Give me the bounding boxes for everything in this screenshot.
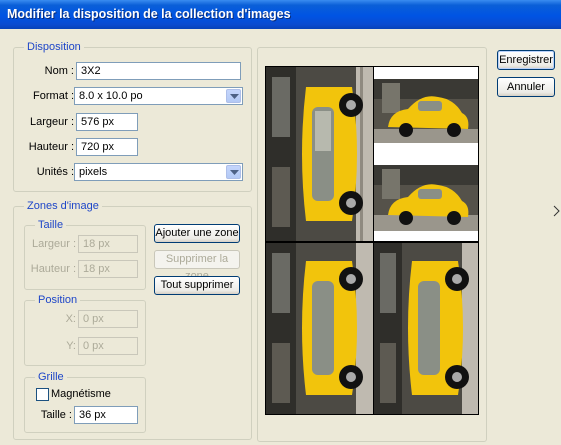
grid-legend: Grille — [35, 370, 67, 384]
position-legend: Position — [35, 293, 81, 307]
format-label: Format : — [33, 90, 74, 102]
zone-width-label: Largeur : — [31, 238, 76, 250]
units-select[interactable]: pixels — [74, 163, 243, 181]
chevron-down-icon[interactable] — [226, 165, 241, 179]
image-zone-3[interactable] — [374, 155, 478, 241]
car-photo-rotated — [266, 67, 373, 241]
window-title: Modifier la disposition de la collection… — [7, 7, 291, 21]
car-photo-rotated — [266, 243, 373, 414]
grid-size-input[interactable]: 36 px — [74, 406, 138, 424]
car-photo — [374, 155, 478, 241]
image-zone-2[interactable] — [374, 67, 478, 151]
format-select[interactable]: 8.0 x 10.0 po — [74, 87, 243, 105]
format-value: 8.0 x 10.0 po — [79, 90, 143, 102]
image-zone-5[interactable] — [374, 243, 478, 414]
units-label: Unités : — [36, 166, 74, 178]
zone-height-input[interactable]: 18 px — [78, 260, 138, 278]
x-input[interactable]: 0 px — [78, 310, 138, 328]
grid-size-label: Taille : — [40, 409, 72, 421]
remove-zone-button[interactable]: Supprimer la zone — [154, 250, 240, 282]
height-input[interactable]: 720 px — [76, 138, 138, 156]
chevron-down-icon[interactable] — [226, 89, 241, 103]
zones-legend: Zones d'image — [24, 199, 102, 213]
name-input[interactable]: 3X2 — [76, 62, 241, 80]
name-label: Nom : — [44, 65, 74, 77]
cancel-button[interactable]: Annuler — [497, 77, 555, 97]
disposition-legend: Disposition — [24, 40, 84, 54]
remove-all-button[interactable]: Tout supprimer — [154, 276, 240, 295]
add-zone-button[interactable]: Ajouter une zone — [154, 224, 240, 243]
window-titlebar[interactable]: Modifier la disposition de la collection… — [0, 0, 561, 29]
x-label: X: — [65, 313, 76, 325]
zone-height-label: Hauteur : — [30, 263, 76, 275]
y-label: Y: — [66, 340, 76, 352]
size-legend: Taille — [35, 218, 67, 232]
car-photo-rotated — [374, 243, 478, 414]
save-button[interactable]: Enregistrer — [497, 50, 555, 70]
zone-width-input[interactable]: 18 px — [78, 235, 138, 253]
snap-label[interactable]: Magnétisme — [51, 385, 111, 403]
cursor-icon — [553, 205, 560, 217]
car-photo — [374, 67, 478, 151]
units-value: pixels — [79, 166, 108, 178]
y-input[interactable]: 0 px — [78, 337, 138, 355]
layout-preview[interactable] — [265, 66, 479, 415]
image-zone-1[interactable] — [266, 67, 373, 241]
grid-divider-horizontal — [266, 241, 478, 243]
height-label: Hauteur : — [28, 141, 74, 153]
snap-checkbox[interactable] — [36, 388, 49, 401]
width-input[interactable]: 576 px — [76, 113, 138, 131]
image-zone-4[interactable] — [266, 243, 373, 414]
width-label: Largeur : — [29, 116, 74, 128]
